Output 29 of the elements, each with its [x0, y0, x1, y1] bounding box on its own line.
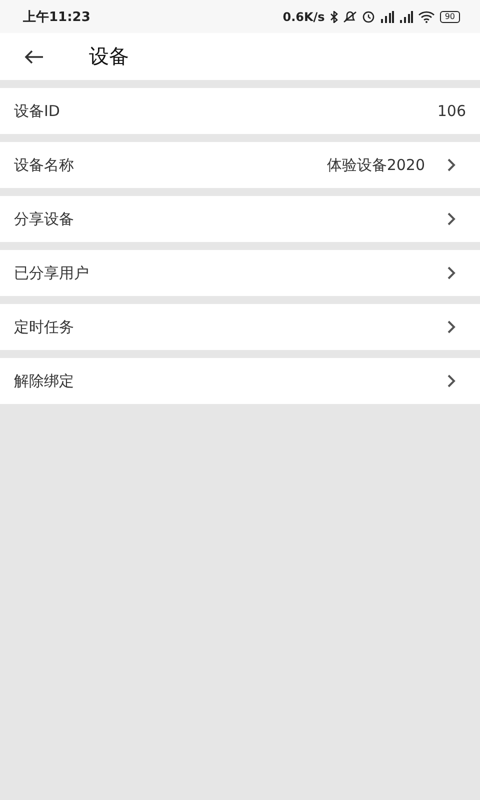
- battery-level: 90: [440, 10, 460, 22]
- row-value: 体验设备2020: [326, 156, 425, 174]
- settings-row[interactable]: 解除绑定: [0, 358, 480, 404]
- back-arrow-icon: [24, 50, 44, 64]
- wifi-icon: [418, 10, 435, 22]
- chevron-icon: [447, 374, 456, 388]
- row-label: 分享设备: [14, 210, 75, 228]
- row-value: 106: [437, 102, 466, 120]
- row-label: 设备名称: [14, 156, 75, 174]
- row-label: 解除绑定: [14, 372, 75, 390]
- chevron-icon: [447, 212, 456, 226]
- settings-row[interactable]: 已分享用户: [0, 250, 480, 296]
- signal-icon: [398, 10, 413, 22]
- settings-row[interactable]: 分享设备: [0, 196, 480, 242]
- row-label: 定时任务: [14, 318, 75, 336]
- chevron-icon: [447, 320, 456, 334]
- row-label: 设备ID: [14, 102, 61, 120]
- chevron-icon: [447, 266, 456, 280]
- network-speed: 0.6K/s: [282, 10, 325, 24]
- settings-row[interactable]: 定时任务: [0, 304, 480, 350]
- row-label: 已分享用户: [14, 264, 90, 282]
- status-time: 上午11:23: [23, 8, 90, 26]
- signal-icon: [380, 10, 394, 22]
- page-title: 设备: [89, 43, 129, 70]
- alarm-icon: [362, 10, 375, 23]
- chevron-icon: [447, 158, 456, 172]
- bluetooth-icon: [330, 10, 338, 22]
- muted-bell-icon: [342, 10, 357, 22]
- settings-row[interactable]: 设备名称 体验设备2020: [0, 142, 480, 188]
